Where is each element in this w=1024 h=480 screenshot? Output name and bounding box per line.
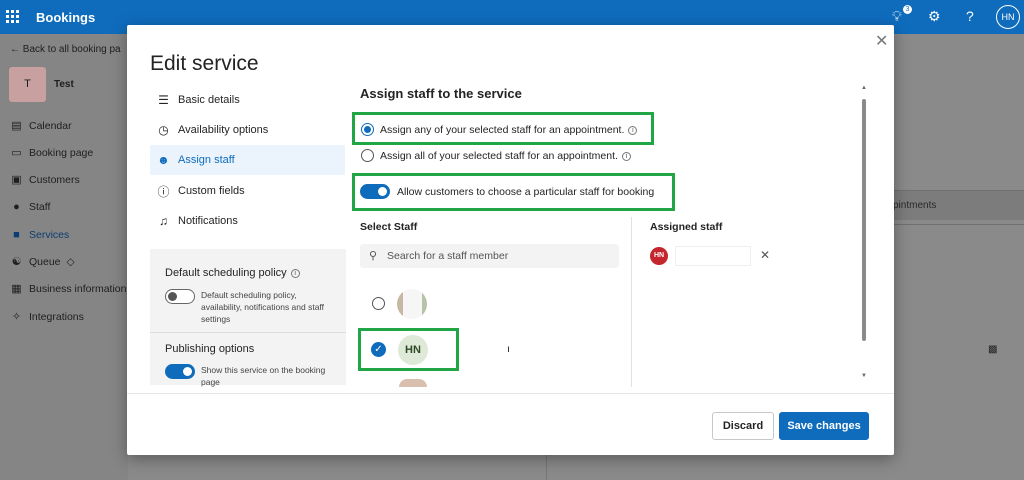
background-divider-vertical [546,452,547,480]
people-icon: ● [13,200,20,213]
publishing-toggle[interactable] [165,364,195,379]
diamond-icon: ◇ [66,256,75,268]
service-settings-panel: Default scheduling policy i Default sched… [150,249,346,387]
nav-item-queue[interactable]: ☯ Queue ◇ [10,254,75,270]
default-policy-description: Default scheduling policy, availability,… [201,290,325,324]
menu-availability-options[interactable]: ◷ Availability options [150,115,345,145]
calendar-icon: ▤ [11,119,22,132]
nav-item-booking-page[interactable]: ▭ Booking page [10,145,93,161]
app-title: Bookings [36,10,96,25]
help-icon[interactable]: ? [966,8,974,24]
assign-all-label: Assign all of your selected staff for an… [380,150,631,162]
left-nav: ← Back to all booking pa T Test ▤ Calend… [0,34,128,480]
staff-name: ı [507,343,510,355]
discard-button[interactable]: Discard [712,412,774,440]
contact-card-icon: ▣ [11,173,22,186]
menu-assign-staff[interactable]: ☻ Assign staff [150,145,345,175]
nav-item-integrations[interactable]: ✧ Integrations [10,309,84,325]
publishing-description: Show this service on the booking page [201,365,326,387]
monitor-icon: ▭ [11,146,22,159]
assigned-staff-chip: HN ✕ [650,246,774,266]
building-icon: ▦ [11,282,22,295]
default-policy-toggle[interactable] [165,289,195,304]
gear-icon[interactable]: ⚙ [928,8,941,25]
menu-custom-fields[interactable]: ⓘ Custom fields [150,176,345,206]
person-icon: ☻ [157,153,170,167]
staff-search[interactable]: ⚲ Search for a staff member [360,244,619,268]
clock-icon: ◷ [158,123,169,137]
menu-notifications[interactable]: ♫ Notifications [150,206,345,236]
menu-basic-details[interactable]: ☰ Basic details [150,85,345,115]
allow-customers-toggle[interactable] [360,184,390,199]
column-divider [631,217,632,387]
scroll-up-icon[interactable]: ▲ [861,85,867,91]
background-column-text: pintments [893,200,937,211]
bell-icon: ♫ [159,214,168,228]
staff-avatar-hn: HN [398,335,428,365]
queue-icon: ☯ [11,255,22,268]
info-icon[interactable]: i [290,268,300,278]
scrollbar-thumb[interactable] [862,99,866,341]
assign-all-radio[interactable] [361,149,374,162]
search-placeholder: Search for a staff member [387,250,509,262]
list-icon: ☰ [158,93,169,107]
allow-customers-label: Allow customers to choose a particular s… [397,186,655,198]
nav-item-calendar[interactable]: ▤ Calendar [10,118,71,134]
select-staff-label: Select Staff [360,221,418,233]
nav-item-services[interactable]: ■ Services [10,227,69,243]
background-row-icon: ▩ [988,344,998,355]
back-link[interactable]: ← Back to all booking pa [10,44,121,55]
save-changes-button[interactable]: Save changes [779,412,869,440]
nav-item-customers[interactable]: ▣ Customers [10,172,79,188]
business-name: Test [54,79,74,90]
arrow-left-icon: ← [10,44,20,55]
briefcase-icon: ■ [13,228,20,241]
notification-badge: 3 [903,5,912,14]
app-launcher-icon[interactable] [6,10,19,23]
checkmark-icon[interactable]: ✓ [371,342,386,357]
lightbulb-icon[interactable]: 💡︎ [892,8,902,25]
edit-service-dialog: ✕ Edit service ☰ Basic details ◷ Availab… [127,25,894,455]
user-avatar[interactable]: HN [996,5,1020,29]
background-divider [893,224,1024,225]
staff-photo [397,289,427,319]
nav-item-business-information[interactable]: ▦ Business information [10,281,126,297]
nav-item-staff[interactable]: ● Staff [10,199,50,215]
integrations-icon: ✧ [11,310,22,323]
section-title: Assign staff to the service [360,86,522,101]
info-icon[interactable]: i [628,125,638,135]
business-avatar: T [9,67,46,102]
dialog-title: Edit service [150,52,259,75]
scroll-down-icon[interactable]: ▼ [861,373,867,379]
assign-any-label: Assign any of your selected staff for an… [380,124,638,136]
assign-any-radio[interactable] [361,123,374,136]
panel-divider [150,332,346,333]
info-icon[interactable]: i [621,151,631,161]
default-policy-title: Default scheduling policy i [165,267,300,279]
close-icon[interactable]: ✕ [875,31,888,51]
assigned-avatar: HN [650,247,668,265]
assigned-staff-label: Assigned staff [650,221,723,233]
publishing-options-title: Publishing options [165,343,255,355]
assigned-name-box [675,246,751,266]
staff-photo [399,379,427,387]
search-icon: ⚲ [369,250,378,262]
question-circle-icon: ⓘ [157,184,170,199]
remove-icon[interactable]: ✕ [760,248,770,262]
staff-select-radio[interactable] [372,297,385,310]
footer-divider [127,393,894,394]
